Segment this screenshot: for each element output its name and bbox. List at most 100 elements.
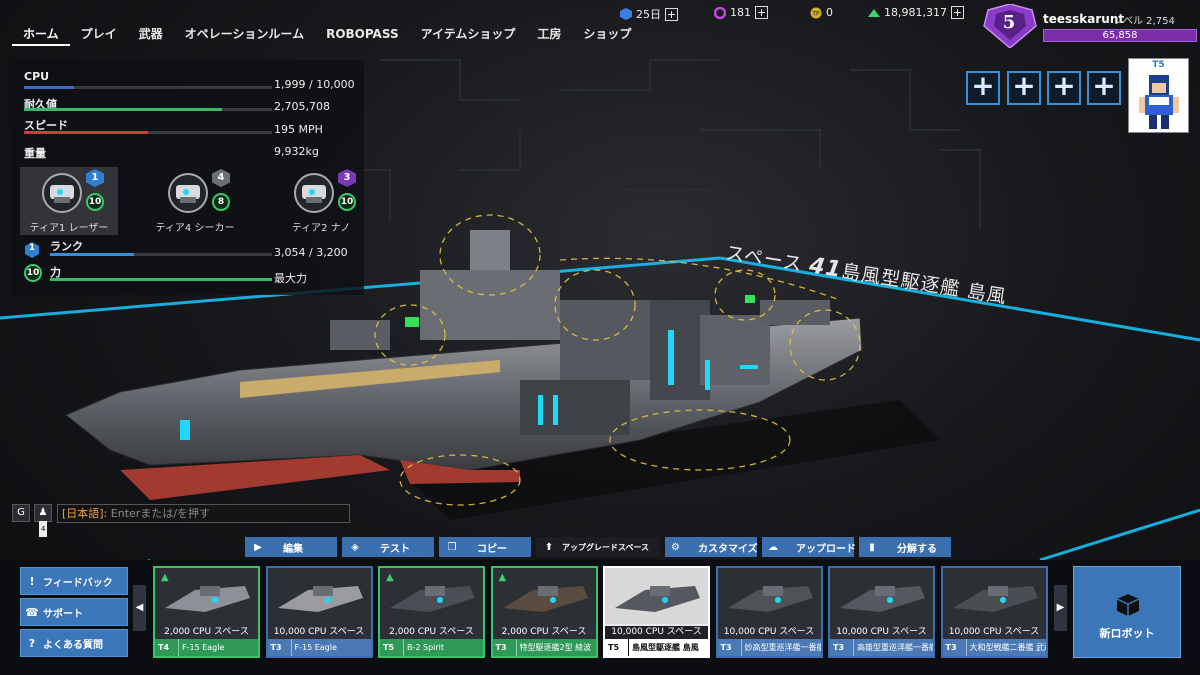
weapon-name: ティア2 ナノ bbox=[291, 223, 351, 234]
tab-5[interactable]: アイテムショップ bbox=[410, 26, 527, 46]
weapon-slot[interactable]: 4 8 ティア4 シーカー bbox=[146, 167, 244, 235]
robot-tier: T3 bbox=[830, 639, 854, 656]
chat-users-icon[interactable]: ♟ 4 bbox=[34, 504, 52, 537]
side-button-1[interactable]: ☎ サポート bbox=[20, 598, 128, 626]
weapon-level-badge: 10 bbox=[338, 193, 356, 211]
speed-value: 195 MPH bbox=[274, 123, 323, 136]
add-slot-button[interactable]: + bbox=[966, 71, 1000, 105]
token-value: 0 bbox=[826, 6, 833, 19]
robot-tier: T3 bbox=[493, 639, 517, 656]
toolbar-button-3[interactable]: ⬆ アップグレードスペース bbox=[536, 537, 660, 557]
toolbar-button-4[interactable]: ⚙ カスタマイズ bbox=[665, 537, 758, 557]
weapon-icon bbox=[294, 173, 334, 213]
robot-card[interactable]: ▲ 2,000 CPU スペース T4 F-15 Eagle bbox=[153, 566, 260, 658]
robot-cpu: 2,000 CPU スペース bbox=[380, 626, 483, 639]
toolbar-icon: ▮ bbox=[869, 541, 875, 553]
weapon-slot[interactable]: 3 10 ティア2 ナノ bbox=[272, 167, 370, 235]
robot-card[interactable]: 10,000 CPU スペースT3妙高型重巡洋艦一番艦 妙高 bbox=[715, 566, 823, 658]
robot-tier: T3 bbox=[268, 639, 292, 656]
rank-bar bbox=[50, 253, 272, 256]
toolbar-icon: ▶ bbox=[254, 541, 262, 553]
power-level-badge: 10 bbox=[24, 264, 42, 282]
weapon-tier-badge: 4 bbox=[212, 169, 230, 187]
robot-tier: T4 bbox=[155, 639, 179, 656]
toolbar-icon: ⚙ bbox=[671, 541, 680, 553]
add-slot-button[interactable]: + bbox=[1007, 71, 1041, 105]
robits-currency: 18,981,317 + bbox=[868, 6, 964, 19]
side-button-icon: ? bbox=[28, 636, 36, 650]
robot-stats-panel: CPU 1,999 / 10,000 耐久値 2,705,708 スピード 19… bbox=[10, 60, 364, 295]
add-robits-button[interactable]: + bbox=[950, 6, 964, 19]
robot-thumbnail bbox=[492, 568, 596, 624]
tab-3[interactable]: オペレーションルーム bbox=[174, 26, 315, 46]
robot-name-row: T4 F-15 Eagle bbox=[155, 639, 258, 656]
toolbar-label: テスト bbox=[380, 543, 410, 555]
rank-badge-value: 1 bbox=[28, 243, 36, 253]
robot-name: 特型駆逐艦2型 綾波 bbox=[519, 643, 592, 652]
robot-cpu: 2,000 CPU スペース bbox=[155, 626, 258, 639]
xp-value: 65,858 bbox=[1102, 30, 1138, 41]
rank-level-badge: 1 bbox=[24, 242, 40, 258]
add-slot-button[interactable]: + bbox=[1047, 71, 1081, 105]
robot-tier: T5 bbox=[605, 639, 629, 656]
robot-name: 大和型戦艦二番艦 武蔵 bbox=[969, 643, 1046, 652]
robot-card[interactable]: 10,000 CPU スペース T3 F-15 Eagle bbox=[265, 566, 373, 658]
side-button-2[interactable]: ? よくある質問 bbox=[20, 629, 128, 657]
upgrade-arrow-icon: ▲ bbox=[386, 572, 394, 583]
robot-name-row: T5 B-2 Spirit bbox=[380, 639, 483, 656]
tab-4[interactable]: ROBOPASS bbox=[315, 26, 410, 46]
tab-2[interactable]: 武器 bbox=[128, 26, 174, 46]
main-menu: ホーム プレイ 武器 オペレーションルーム ROBOPASS アイテムショップ 工房 ショップ bbox=[12, 26, 642, 46]
robot-card[interactable]: ▲ 2,000 CPU スペース T3 特型駆逐艦2型 綾波 bbox=[490, 566, 598, 658]
new-robot-button[interactable]: 新ロボット bbox=[1073, 566, 1181, 658]
weapon-name: ティア1 レーザー bbox=[29, 223, 109, 234]
robot-card[interactable]: 10,000 CPU スペースT3高雄型重巡洋艦一番艦 高雄 bbox=[828, 566, 935, 658]
username[interactable]: teesskarunt bbox=[1043, 12, 1124, 26]
toolbar-label: アップロード bbox=[796, 543, 856, 555]
weapon-name: ティア4 シーカー bbox=[155, 223, 235, 234]
weight-label: 重量 bbox=[24, 147, 46, 160]
toolbar-button-1[interactable]: ◈ テスト bbox=[342, 537, 434, 557]
rank-badge[interactable]: 5 bbox=[980, 3, 1040, 49]
robot-card[interactable]: 10,000 CPU スペース T3 大和型戦艦二番艦 武蔵 bbox=[940, 566, 1048, 658]
tab-0[interactable]: ホーム bbox=[12, 26, 70, 46]
robot-name-row: T5 島風型駆逐艦 島風 bbox=[605, 639, 708, 656]
robot-card[interactable]: 10,000 CPU スペース T5 島風型駆逐艦 島風 bbox=[603, 566, 710, 658]
chat-channel: [日本語]: bbox=[62, 507, 108, 520]
add-premium-button[interactable]: + bbox=[665, 7, 678, 21]
tab-7[interactable]: ショップ bbox=[572, 26, 642, 46]
toolbar-button-2[interactable]: ❐ コピー bbox=[439, 537, 531, 557]
toolbar-button-6[interactable]: ▮ 分解する bbox=[859, 537, 951, 557]
rank-label: ランク bbox=[50, 240, 83, 253]
robot-name: 高雄型重巡洋艦一番艦 高雄 bbox=[857, 643, 933, 652]
robot-name-row: T3 大和型戦艦二番艦 武蔵 bbox=[942, 639, 1046, 656]
robot-thumbnail bbox=[942, 568, 1046, 624]
side-button-0[interactable]: ! フィードバック bbox=[20, 567, 128, 595]
robot-cpu: 10,000 CPU スペース bbox=[605, 626, 708, 639]
toolbar-icon: ☁ bbox=[768, 541, 778, 553]
cpu-value: 1,999 / 10,000 bbox=[274, 78, 355, 91]
chat-placeholder: Enterまたは/を押す bbox=[107, 507, 211, 520]
weapon-tier-badge: 3 bbox=[338, 169, 356, 187]
chat-input[interactable]: [日本語]: Enterまたは/を押す bbox=[57, 504, 350, 523]
cpu-bar bbox=[24, 86, 272, 89]
new-robot-label: 新ロボット bbox=[1099, 627, 1155, 640]
scroll-left-button[interactable]: ◀ bbox=[133, 585, 146, 631]
robot-name: F-15 Eagle bbox=[294, 643, 337, 652]
avatar-card[interactable]: T5 bbox=[1128, 58, 1189, 133]
robot-name: F-15 Eagle bbox=[182, 643, 225, 652]
add-cosmetic-button[interactable]: + bbox=[755, 6, 768, 19]
premium-days-value: 25日 bbox=[636, 8, 661, 21]
toolbar-button-0[interactable]: ▶ 編集 bbox=[245, 537, 337, 557]
robot-card[interactable]: ▲ 2,000 CPU スペース T5 B-2 Spirit bbox=[378, 566, 485, 658]
robot-thumbnail bbox=[267, 568, 371, 624]
tab-6[interactable]: 工房 bbox=[526, 26, 572, 46]
add-slot-button[interactable]: + bbox=[1087, 71, 1121, 105]
weapon-slot[interactable]: 1 10 ティア1 レーザー bbox=[20, 167, 118, 235]
tab-1[interactable]: プレイ bbox=[70, 26, 128, 46]
scroll-right-button[interactable]: ▶ bbox=[1054, 585, 1067, 631]
toolbar-button-5[interactable]: ☁ アップロード bbox=[762, 537, 856, 557]
chat-logo-icon[interactable]: G bbox=[12, 504, 30, 522]
toolbar-label: カスタマイズ bbox=[697, 543, 758, 555]
weapon-level-badge: 10 bbox=[86, 193, 104, 211]
